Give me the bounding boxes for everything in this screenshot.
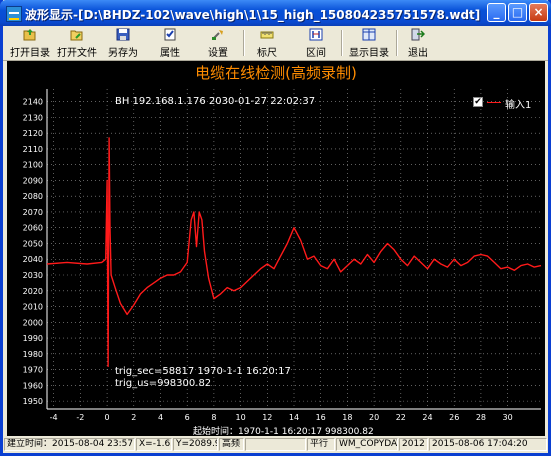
- open-file-icon: [70, 28, 84, 41]
- y-tick-label: 2080: [23, 192, 43, 201]
- x-tick-label: -2: [76, 413, 84, 422]
- device-info-text: BH 192.168.1.176 2030-01-27 22:02:37: [115, 96, 316, 107]
- y-tick-label: 1950: [23, 397, 43, 406]
- y-tick-label: 2110: [23, 145, 43, 154]
- status-current-time: 2015-08-06 17:04:20: [429, 438, 547, 451]
- trig-us-text: trig_us=998300.82: [115, 378, 212, 389]
- toolbar-label: 标尺: [257, 48, 277, 59]
- start-time-text: 起始时间：1970-1-1 16:20:17 998300.82: [193, 427, 374, 437]
- trig-sec-text: trig_sec=58817 1970-1-1 16:20:17: [115, 366, 291, 377]
- status-x-value: X=-1.65: [136, 438, 172, 451]
- x-tick-label: 14: [289, 413, 299, 422]
- x-tick-label: 26: [449, 413, 459, 422]
- chart-title: 电缆在线检测(高频录制): [195, 64, 357, 82]
- save-as-button[interactable]: 另存为: [106, 28, 140, 59]
- close-button[interactable]: ×: [529, 3, 548, 22]
- y-tick-label: 2000: [23, 318, 43, 327]
- y-tick-label: 2040: [23, 255, 43, 264]
- x-tick-label: 24: [422, 413, 432, 422]
- open-directory-button[interactable]: 打开目录: [8, 28, 52, 59]
- waveform-plot[interactable]: 1950 1960 1970 1980 1990 2000 2010 2020 2030 2040…: [7, 61, 545, 437]
- maximize-button[interactable]: □: [508, 3, 527, 22]
- open-file-button[interactable]: 打开文件: [55, 28, 99, 59]
- settings-icon: [211, 28, 225, 41]
- y-tick-label: 2070: [23, 208, 43, 217]
- open-folder-icon: [23, 28, 37, 41]
- legend-checkbox[interactable]: ✔: [473, 97, 483, 107]
- x-tick-label: 22: [396, 413, 406, 422]
- waveform-window: 波形显示-[D:\BHDZ-102\wave\high\1\15_high_15…: [0, 0, 551, 456]
- y-tick-label: 1960: [23, 381, 43, 390]
- x-tick-label: 16: [316, 413, 326, 422]
- show-directory-icon: [362, 28, 376, 41]
- minimize-button[interactable]: _: [487, 3, 506, 22]
- toolbar-separator: [341, 30, 343, 56]
- range-button[interactable]: 区间: [301, 28, 331, 59]
- status-bar: 建立时间：2015-08-04 23:57:52 X=-1.65 Y=2089.…: [3, 437, 548, 453]
- y-tick-label: 2020: [23, 287, 43, 296]
- series-line-input1: [46, 137, 542, 368]
- waveform-chart[interactable]: 1950196019701980199020002010202020302040…: [7, 61, 545, 436]
- x-tick-label: 0: [105, 413, 110, 422]
- status-created-time: 建立时间：2015-08-04 23:57:52: [4, 438, 135, 451]
- app-wave-icon: [6, 6, 22, 22]
- x-tick-label: 6: [185, 413, 190, 422]
- toolbar-label: 显示目录: [349, 48, 389, 59]
- y-tick-label: 2010: [23, 303, 43, 312]
- toolbar-label: 另存为: [108, 48, 138, 59]
- y-tick-label: 2060: [23, 224, 43, 233]
- status-year: 2012: [399, 438, 428, 451]
- properties-icon: [163, 28, 177, 41]
- ruler-button[interactable]: 标尺: [252, 28, 282, 59]
- toolbar-separator: [243, 30, 245, 56]
- x-tick-label: -4: [50, 413, 58, 422]
- toolbar-label: 打开文件: [57, 48, 97, 59]
- y-tick-label: 2100: [23, 161, 43, 170]
- x-tick-label: 12: [262, 413, 272, 422]
- y-tick-label: 2030: [23, 271, 43, 280]
- status-parallel: 平行: [307, 438, 335, 451]
- x-tick-label: 10: [236, 413, 246, 422]
- toolbar-label: 设置: [208, 48, 228, 59]
- exit-icon: [411, 28, 425, 41]
- status-message: WM_COPYDATA: [336, 438, 398, 451]
- toolbar-label: 属性: [160, 48, 180, 59]
- save-as-icon: [116, 28, 130, 41]
- x-tick-label: 28: [476, 413, 486, 422]
- toolbar-label: 打开目录: [10, 48, 50, 59]
- title-bar[interactable]: 波形显示-[D:\BHDZ-102\wave\high\1\15_high_15…: [0, 0, 551, 26]
- toolbar-label: 退出: [408, 48, 428, 59]
- show-directory-button[interactable]: 显示目录: [347, 28, 391, 59]
- y-tick-label: 2140: [23, 98, 43, 107]
- settings-button[interactable]: 设置: [203, 28, 233, 59]
- status-empty-cell: [245, 438, 306, 451]
- legend-line-swatch: [487, 102, 501, 103]
- y-tick-label: 2120: [23, 129, 43, 138]
- x-tick-label: 30: [503, 413, 513, 422]
- legend-label: 输入1: [505, 100, 532, 111]
- status-y-value: Y=2089.97: [173, 438, 218, 451]
- y-tick-label: 1970: [23, 366, 43, 375]
- window-title: 波形显示-[D:\BHDZ-102\wave\high\1\15_high_15…: [25, 8, 481, 22]
- x-tick-label: 2: [131, 413, 136, 422]
- x-tick-label: 4: [158, 413, 163, 422]
- y-tick-label: 2130: [23, 113, 43, 122]
- status-mode: 高频: [219, 438, 244, 451]
- exit-button[interactable]: 退出: [403, 28, 433, 59]
- y-tick-label: 2050: [23, 239, 43, 248]
- toolbar-separator: [396, 30, 398, 56]
- toolbar-label: 区间: [306, 48, 326, 59]
- x-tick-label: 20: [369, 413, 379, 422]
- y-tick-label: 1980: [23, 350, 43, 359]
- range-icon: [309, 28, 323, 41]
- toolbar: 打开目录 打开文件 另存为 属性 设置 标尺 区间 显示目录 退出: [3, 26, 548, 61]
- x-tick-label: 8: [211, 413, 216, 422]
- y-tick-label: 2090: [23, 176, 43, 185]
- x-tick-label: 18: [342, 413, 352, 422]
- properties-button[interactable]: 属性: [155, 28, 185, 59]
- ruler-icon: [260, 28, 274, 41]
- y-tick-label: 1990: [23, 334, 43, 343]
